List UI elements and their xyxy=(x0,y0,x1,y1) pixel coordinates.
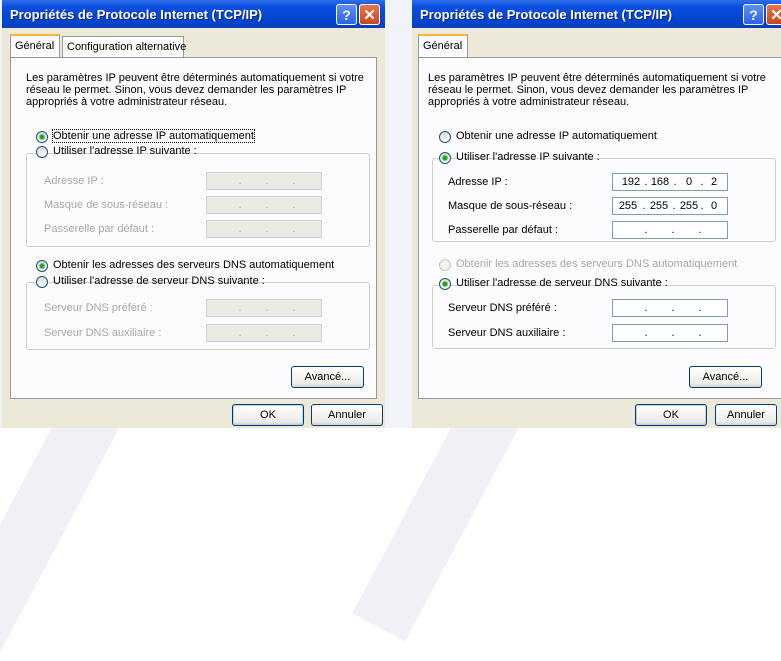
ok-button[interactable]: OK xyxy=(232,404,304,426)
subnet-mask-label: Masque de sous-réseau : xyxy=(44,199,169,211)
help-button[interactable]: ? xyxy=(336,4,357,25)
ip-dot: . xyxy=(292,223,296,235)
ip-dot: . xyxy=(292,199,296,211)
radio-button[interactable] xyxy=(36,276,48,288)
ip-dot: . xyxy=(671,302,675,314)
ip-octet: 192 xyxy=(621,176,641,188)
ip-dot: . xyxy=(265,199,269,211)
radio-button-selected[interactable] xyxy=(36,131,48,143)
ip-dot: . xyxy=(265,175,269,187)
tcpip-properties-dialog-left: Propriétés de Protocole Internet (TCP/IP… xyxy=(2,0,385,428)
description-text: Les paramètres IP peuvent être déterminé… xyxy=(428,72,766,108)
ip-address-label: Adresse IP : xyxy=(448,176,508,188)
gateway-field[interactable]: . . . xyxy=(612,221,728,239)
ip-octet: 0 xyxy=(710,200,718,212)
radio-manual-ip[interactable]: Utiliser l'adresse IP suivante : xyxy=(439,151,600,166)
radio-manual-dns-label: Utiliser l'adresse de serveur DNS suivan… xyxy=(456,277,668,289)
ip-dot: . xyxy=(265,223,269,235)
alternate-dns-field[interactable]: . . . xyxy=(206,324,322,342)
subnet-mask-field[interactable]: 255 . 255 . 255 . 0 xyxy=(612,197,728,215)
radio-auto-dns-label: Obtenir les adresses des serveurs DNS au… xyxy=(53,259,335,271)
ip-dot: . xyxy=(238,175,242,187)
advanced-button[interactable]: Avancé... xyxy=(689,366,762,388)
ip-dot: . xyxy=(292,302,296,314)
ip-dot: . xyxy=(698,327,702,339)
ip-dot: . xyxy=(671,224,675,236)
alternate-dns-label: Serveur DNS auxiliaire : xyxy=(44,327,162,339)
ip-dot: . xyxy=(238,327,242,339)
ip-address-field[interactable]: 192 . 168 . 0 . 2 xyxy=(612,173,728,191)
ip-dot: . xyxy=(292,327,296,339)
ip-dot: . xyxy=(265,302,269,314)
radio-button[interactable] xyxy=(439,131,451,143)
title-bar[interactable]: Propriétés de Protocole Internet (TCP/IP… xyxy=(412,0,781,28)
ok-button[interactable]: OK xyxy=(635,404,707,426)
dialog-title: Propriétés de Protocole Internet (TCP/IP… xyxy=(420,7,673,22)
dialog-title: Propriétés de Protocole Internet (TCP/IP… xyxy=(10,7,263,22)
tab-alternate-configuration[interactable]: Configuration alternative xyxy=(62,36,186,57)
cancel-button[interactable]: Annuler xyxy=(311,404,383,426)
preferred-dns-field[interactable]: . . . xyxy=(612,299,728,317)
alternate-dns-label: Serveur DNS auxiliaire : xyxy=(448,327,566,339)
ip-dot: . xyxy=(644,302,648,314)
radio-manual-ip-label: Utiliser l'adresse IP suivante : xyxy=(53,145,197,157)
preferred-dns-field[interactable]: . . . xyxy=(206,299,322,317)
ip-octet: 255 xyxy=(649,200,669,212)
close-button[interactable]: ✕ xyxy=(359,4,380,25)
radio-button-selected[interactable] xyxy=(439,278,451,290)
ip-octet: 255 xyxy=(679,200,699,212)
ip-dot: . xyxy=(238,302,242,314)
gateway-label: Passerelle par défaut : xyxy=(448,224,559,236)
subnet-mask-label: Masque de sous-réseau : xyxy=(448,200,573,212)
tab-general[interactable]: Général xyxy=(10,34,60,57)
tab-general[interactable]: Général xyxy=(418,34,468,57)
ip-dot: . xyxy=(644,224,648,236)
radio-manual-dns-label: Utiliser l'adresse de serveur DNS suivan… xyxy=(53,275,265,287)
preferred-dns-label: Serveur DNS préféré : xyxy=(448,302,557,314)
gateway-label: Passerelle par défaut : xyxy=(44,223,155,235)
ip-address-label: Adresse IP : xyxy=(44,175,104,187)
ip-octet: 0 xyxy=(685,176,693,188)
radio-manual-ip-label: Utiliser l'adresse IP suivante : xyxy=(456,151,600,163)
ip-dot: . xyxy=(238,223,242,235)
radio-button-selected[interactable] xyxy=(439,152,451,164)
radio-button-disabled[interactable] xyxy=(439,259,451,271)
ip-octet: 255 xyxy=(618,200,638,212)
ip-address-field[interactable]: . . . xyxy=(206,172,322,190)
ip-dot: . xyxy=(644,327,648,339)
ip-dot: . xyxy=(698,224,702,236)
ip-dot: . xyxy=(238,199,242,211)
advanced-button[interactable]: Avancé... xyxy=(291,366,364,388)
radio-manual-ip[interactable]: Utiliser l'adresse IP suivante : xyxy=(36,145,197,160)
alternate-dns-field[interactable]: . . . xyxy=(612,324,728,342)
help-button[interactable]: ? xyxy=(743,4,764,25)
ip-dot: . xyxy=(265,327,269,339)
ip-dot: . xyxy=(292,175,296,187)
cancel-button[interactable]: Annuler xyxy=(715,404,777,426)
radio-auto-dns-label: Obtenir les adresses des serveurs DNS au… xyxy=(456,258,738,270)
radio-auto-ip-label: Obtenir une adresse IP automatiquement xyxy=(52,129,255,143)
ip-octet: 2 xyxy=(710,176,718,188)
radio-auto-ip-label: Obtenir une adresse IP automatiquement xyxy=(456,130,657,142)
ip-octet: 168 xyxy=(650,176,670,188)
radio-button-selected[interactable] xyxy=(36,260,48,272)
gateway-field[interactable]: . . . xyxy=(206,220,322,238)
ip-dot: . xyxy=(698,302,702,314)
subnet-mask-field[interactable]: . . . xyxy=(206,196,322,214)
description-text: Les paramètres IP peuvent être déterminé… xyxy=(26,72,364,108)
radio-button[interactable] xyxy=(36,146,48,158)
ip-dot: . xyxy=(672,200,676,212)
radio-manual-dns[interactable]: Utiliser l'adresse de serveur DNS suivan… xyxy=(36,275,265,290)
tcpip-properties-dialog-right: Propriétés de Protocole Internet (TCP/IP… xyxy=(412,0,781,428)
preferred-dns-label: Serveur DNS préféré : xyxy=(44,302,153,314)
ip-dot: . xyxy=(671,327,675,339)
radio-manual-dns[interactable]: Utiliser l'adresse de serveur DNS suivan… xyxy=(439,277,668,292)
ip-dot: . xyxy=(642,200,646,212)
title-bar[interactable]: Propriétés de Protocole Internet (TCP/IP… xyxy=(2,0,385,28)
close-button[interactable]: ✕ xyxy=(766,4,781,25)
